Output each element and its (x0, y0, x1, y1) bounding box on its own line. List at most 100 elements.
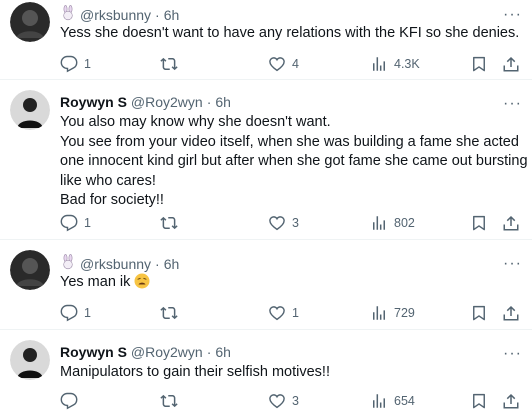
bookmark-button[interactable] (470, 392, 488, 410)
share-button[interactable] (502, 55, 520, 73)
share-button[interactable] (502, 214, 520, 232)
timestamp[interactable]: 6h (164, 7, 180, 23)
views-button[interactable]: 802 (370, 214, 415, 232)
reply-button[interactable]: 1 (60, 214, 91, 232)
share-icon (503, 305, 519, 321)
tweet-text: Manipulators to gain their selfish motiv… (60, 363, 518, 383)
tweet-actions: 1 1 729 (60, 304, 522, 324)
like-button[interactable]: 3 (268, 392, 299, 410)
views-button[interactable]: 4.3K (370, 55, 420, 73)
reply-count: 1 (84, 216, 91, 230)
tweet-text-line: one innocent kind girl but after when sh… (60, 153, 528, 169)
user-handle[interactable]: @Roy2wyn (131, 94, 203, 110)
reply-count: 1 (84, 306, 91, 320)
separator-dot: · (206, 344, 212, 360)
user-handle[interactable]: @rksbunny (80, 256, 151, 272)
tweet[interactable]: Roywyn S @Roy2wyn · 6h ··· You also may … (0, 80, 532, 240)
tweet-text-line: You see from your video itself, when she… (60, 133, 519, 150)
repost-button[interactable] (160, 392, 184, 410)
more-options-icon[interactable]: ··· (503, 96, 522, 112)
tweet-text-line: like who cares! (60, 172, 156, 189)
bookmark-button[interactable] (470, 304, 488, 322)
separator-dot: · (155, 6, 160, 23)
tweet-header: @rksbunny · 6h (60, 254, 179, 273)
separator-dot: · (206, 94, 212, 110)
like-count: 4 (292, 57, 299, 71)
repost-icon (160, 306, 178, 320)
avatar[interactable] (10, 340, 50, 380)
reply-icon (60, 214, 78, 232)
more-options-icon[interactable]: ··· (503, 256, 522, 272)
repost-icon (160, 216, 178, 230)
tweet-text-line: Bad for society!! (60, 192, 164, 208)
reply-thread: @rksbunny · 6h ··· Yess she doesn't want… (0, 0, 532, 412)
reply-icon (60, 392, 78, 410)
tweet-header: Roywyn S @Roy2wyn · 6h (60, 344, 231, 360)
avatar[interactable] (10, 90, 50, 130)
share-button[interactable] (502, 392, 520, 410)
tweet-text: You also may know why she doesn't want. … (60, 113, 528, 211)
user-handle[interactable]: @rksbunny (80, 7, 151, 23)
repost-button[interactable] (160, 214, 184, 232)
share-button[interactable] (502, 304, 520, 322)
heart-icon (269, 216, 285, 231)
timestamp[interactable]: 6h (215, 94, 231, 110)
tweet-header: Roywyn S @Roy2wyn · 6h (60, 94, 231, 110)
tweet-text-line: Yess she doesn't want to have any relati… (60, 25, 520, 41)
like-count: 3 (292, 394, 299, 408)
display-name[interactable]: Roywyn S (60, 344, 127, 360)
display-name[interactable]: Roywyn S (60, 94, 127, 110)
view-count: 4.3K (394, 57, 420, 71)
share-icon (503, 215, 519, 231)
tweet-actions: 1 3 802 (60, 214, 522, 234)
heart-icon (269, 394, 285, 409)
analytics-icon (373, 394, 385, 408)
tweet-text-content: Yes man ik (60, 274, 131, 290)
tweet-text: Yess she doesn't want to have any relati… (60, 24, 520, 44)
tweet-actions: 3 654 (60, 392, 522, 412)
views-button[interactable]: 654 (370, 392, 415, 410)
reply-button[interactable]: 1 (60, 55, 91, 73)
tweet-header: @rksbunny · 6h (60, 5, 179, 24)
repost-button[interactable] (160, 304, 184, 322)
tweet-text-line: You also may know why she doesn't want. (60, 114, 331, 130)
avatar[interactable] (10, 2, 50, 42)
reply-button[interactable]: 1 (60, 304, 91, 322)
like-count: 1 (292, 306, 299, 320)
reply-icon (60, 55, 78, 73)
separator-dot: · (155, 255, 160, 272)
analytics-icon (373, 57, 385, 71)
bookmark-icon (473, 393, 485, 409)
analytics-icon (373, 306, 385, 320)
like-button[interactable]: 4 (268, 55, 299, 73)
views-button[interactable]: 729 (370, 304, 415, 322)
avatar[interactable] (10, 250, 50, 290)
tweet[interactable]: @rksbunny · 6h ··· Yes man ik 1 1 729 (0, 240, 532, 330)
reply-icon (60, 304, 78, 322)
like-button[interactable]: 1 (268, 304, 299, 322)
view-count: 802 (394, 216, 415, 230)
tweet[interactable]: Roywyn S @Roy2wyn · 6h ··· Manipulators … (0, 330, 532, 412)
heart-icon (269, 306, 285, 321)
user-handle[interactable]: @Roy2wyn (131, 344, 203, 360)
repost-button[interactable] (160, 55, 184, 73)
tweet-text-line: Yes man ik (60, 273, 518, 293)
tweet-actions: 1 4 4.3K (60, 55, 522, 75)
reply-button[interactable] (60, 392, 84, 410)
bunny-icon (60, 5, 76, 24)
more-options-icon[interactable]: ··· (503, 7, 522, 23)
bookmark-button[interactable] (470, 214, 488, 232)
reply-count: 1 (84, 57, 91, 71)
like-button[interactable]: 3 (268, 214, 299, 232)
timestamp[interactable]: 6h (164, 256, 180, 272)
bookmark-icon (473, 215, 485, 231)
repost-icon (160, 57, 178, 71)
bookmark-button[interactable] (470, 55, 488, 73)
tweet[interactable]: @rksbunny · 6h ··· Yess she doesn't want… (0, 0, 532, 80)
more-options-icon[interactable]: ··· (503, 346, 522, 362)
timestamp[interactable]: 6h (215, 344, 231, 360)
tweet-text-line: Manipulators to gain their selfish motiv… (60, 364, 330, 380)
weary-face-emoji (134, 273, 150, 289)
tweet-text: Yes man ik (60, 273, 518, 293)
view-count: 729 (394, 306, 415, 320)
